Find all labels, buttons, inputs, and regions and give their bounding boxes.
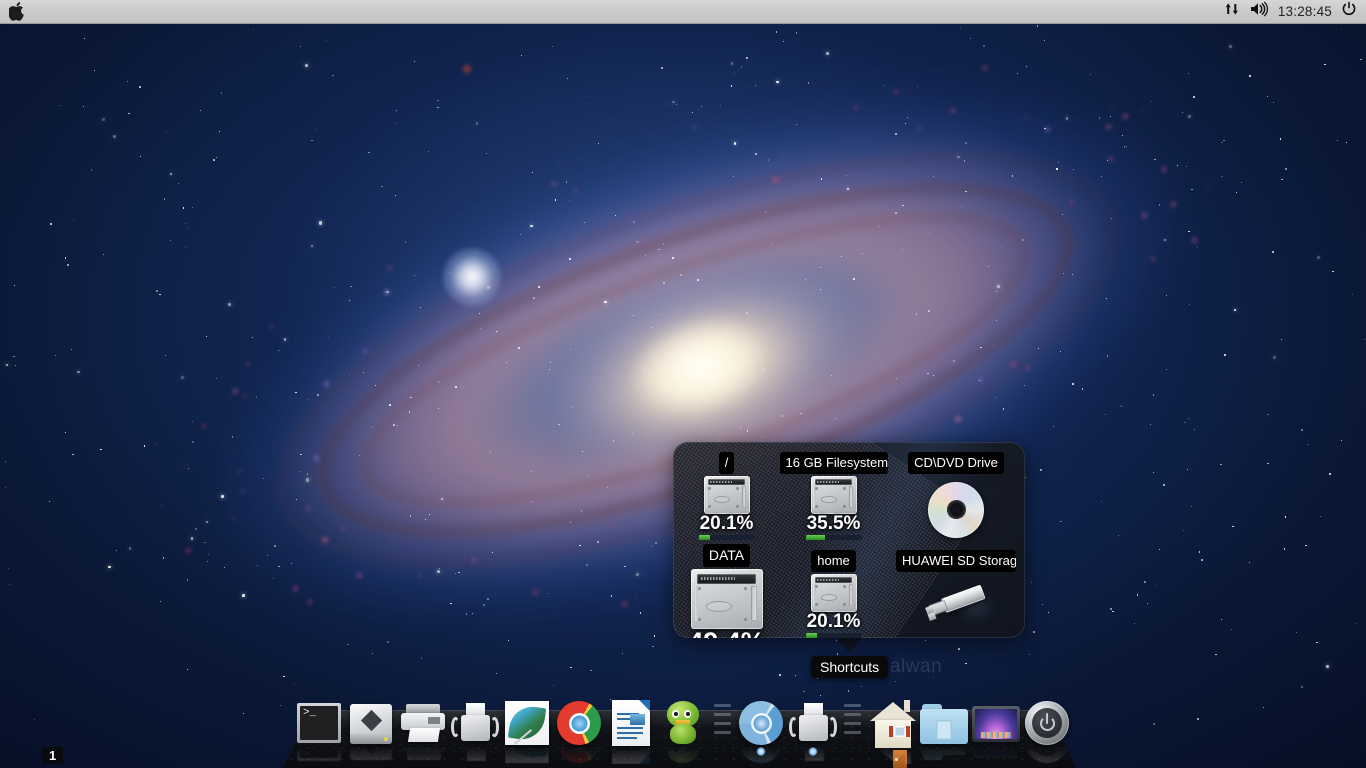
disk-item[interactable]: HUAWEI SD Storage xyxy=(887,540,1025,638)
disk-usage-percent: 20.1% xyxy=(699,512,754,534)
star-field xyxy=(0,0,1366,768)
dock-item-leafpad[interactable] xyxy=(501,692,553,763)
dock-item-file-manager[interactable] xyxy=(345,692,397,760)
panel-pointer-tail xyxy=(836,637,862,653)
dock-item-duck-app[interactable] xyxy=(657,692,709,763)
hard-drive-icon xyxy=(690,568,763,629)
disk-usage-bar xyxy=(805,534,862,540)
disk-usage-percent: 20.1% xyxy=(806,610,861,632)
disk-icon-wrap xyxy=(810,475,857,514)
disk-item[interactable]: 16 GB Filesystem 35.5% xyxy=(779,442,888,540)
dock-item-scanner-2[interactable] xyxy=(787,692,839,761)
chromium-icon xyxy=(738,700,784,746)
desktop[interactable] xyxy=(0,0,1366,768)
hard-drive-icon xyxy=(348,700,394,746)
disk-item[interactable]: DATA 49.4% xyxy=(673,540,780,638)
disk-label: CD\DVD Drive xyxy=(908,452,1004,474)
disk-item[interactable]: home 20.1% xyxy=(780,540,887,638)
dock[interactable]: >_ >_ xyxy=(0,690,1366,768)
dock-separator-icon xyxy=(839,698,865,746)
dock-item-libreoffice-writer[interactable] xyxy=(605,692,657,764)
system-tray: 13:28:45 xyxy=(1224,1,1366,22)
disk-label: 16 GB Filesystem xyxy=(779,452,888,474)
disk-icon-wrap xyxy=(703,475,750,514)
disk-usage-bar xyxy=(805,632,862,638)
disk-item[interactable]: / 20.1% xyxy=(673,442,780,540)
power-icon[interactable] xyxy=(1341,1,1357,22)
feather-editor-icon xyxy=(504,700,550,746)
power-button-icon xyxy=(1024,700,1070,746)
workspace-indicator[interactable]: 1 xyxy=(42,747,64,764)
dock-separator-icon xyxy=(709,698,735,746)
disk-usage-bar-fill xyxy=(698,534,710,540)
dock-items: >_ >_ xyxy=(0,690,1366,768)
hard-drive-icon xyxy=(810,573,857,612)
disk-usage-percent: 49.4% xyxy=(688,628,765,638)
desktop-watermark: alwan xyxy=(890,656,943,677)
scanner-icon xyxy=(789,700,837,746)
document-icon xyxy=(608,700,654,746)
folder-icon xyxy=(920,700,968,746)
hard-drive-icon xyxy=(810,475,857,514)
dock-item-scanner[interactable] xyxy=(449,692,501,761)
display-icon xyxy=(972,700,1020,746)
dock-item-terminal[interactable]: >_ >_ xyxy=(293,692,345,761)
printer-icon xyxy=(400,700,446,746)
disk-icon-wrap xyxy=(925,574,987,622)
disk-usage-bar-fill xyxy=(805,632,817,638)
house-icon xyxy=(868,700,916,768)
dock-tooltip: Shortcuts xyxy=(811,656,889,678)
disk-icon-wrap xyxy=(690,568,763,629)
dock-item-show-desktop[interactable] xyxy=(969,692,1021,758)
disk-label: / xyxy=(718,452,735,474)
disk-usage-bar-fill xyxy=(805,534,826,540)
dock-item-documents-folder[interactable] xyxy=(917,692,969,760)
top-menubar: 13:28:45 xyxy=(0,0,1366,24)
apple-logo-icon[interactable] xyxy=(6,1,28,23)
disk-label: home xyxy=(811,550,856,572)
terminal-icon: >_ xyxy=(296,700,342,746)
disk-label: DATA xyxy=(702,544,751,567)
disk-usage-widget-panel[interactable]: / 20.1% 16 GB Filesystem 35.5% CD\DVD Drive D… xyxy=(673,442,1025,638)
disk-item[interactable]: CD\DVD Drive xyxy=(887,442,1025,540)
disk-icon-wrap xyxy=(928,476,984,538)
disk-label: HUAWEI SD Storage xyxy=(896,550,1016,572)
disk-grid: / 20.1% 16 GB Filesystem 35.5% CD\DVD Drive D… xyxy=(673,442,1025,638)
scanner-icon xyxy=(451,700,499,746)
duck-icon xyxy=(660,700,706,746)
disk-usage-bar xyxy=(698,534,755,540)
dock-item-google-chrome[interactable] xyxy=(553,692,605,763)
running-indicator xyxy=(756,747,766,756)
usb-stick-icon xyxy=(920,572,992,631)
dock-item-home-shortcuts[interactable] xyxy=(865,692,917,768)
chrome-icon xyxy=(556,700,602,746)
disk-usage-percent: 35.5% xyxy=(806,512,861,534)
dock-item-chromium[interactable] xyxy=(735,692,787,763)
volume-speaker-icon[interactable] xyxy=(1249,1,1269,22)
network-updown-icon[interactable] xyxy=(1224,1,1240,22)
hard-drive-icon xyxy=(703,475,750,514)
running-indicator xyxy=(808,747,818,756)
dock-item-shutdown[interactable] xyxy=(1021,692,1073,763)
clock-time[interactable]: 13:28:45 xyxy=(1278,4,1332,19)
dock-item-printer[interactable] xyxy=(397,692,449,760)
disk-icon-wrap xyxy=(810,573,857,612)
cd-disc-icon xyxy=(928,481,984,538)
